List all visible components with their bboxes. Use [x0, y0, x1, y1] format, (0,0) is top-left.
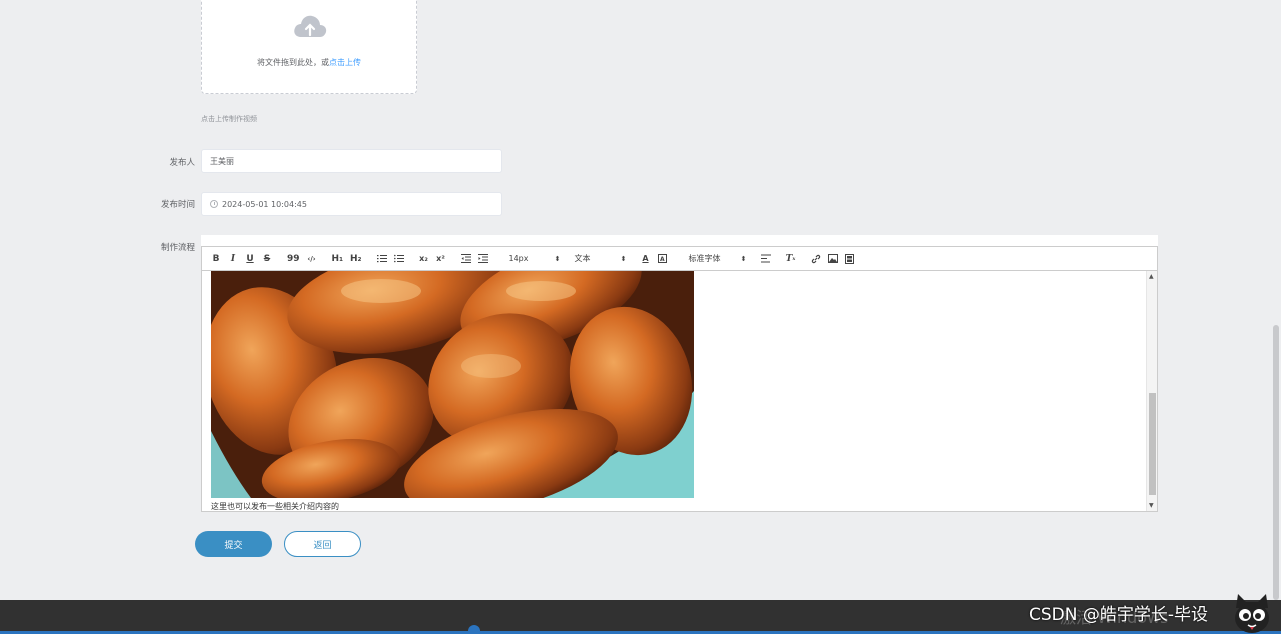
clock-icon [210, 200, 218, 208]
font-size-value: 14px [508, 254, 529, 263]
publish-time-label: 发布时间 [160, 200, 195, 210]
publisher-input[interactable]: 王美丽 [201, 149, 502, 173]
quote-button[interactable]: 99 [287, 252, 300, 266]
scroll-up-icon[interactable]: ▲ [1149, 273, 1154, 280]
italic-button[interactable]: I [228, 252, 238, 266]
publish-time-input[interactable]: 2024-05-01 10:04:45 [201, 192, 502, 216]
font-family-select[interactable]: 标准字体 ⬍ [689, 253, 747, 264]
code-button[interactable]: ‹/› [307, 252, 317, 266]
publisher-label: 发布人 [169, 158, 195, 168]
bold-button[interactable]: B [211, 252, 221, 266]
publish-time-value: 2024-05-01 10:04:45 [222, 199, 307, 209]
scroll-down-icon[interactable]: ▼ [1149, 502, 1154, 509]
cat-mascot-icon [1235, 594, 1269, 633]
text-color-icon[interactable]: A [641, 252, 651, 266]
font-family-value: 标准字体 [688, 254, 721, 263]
block-format-value: 文本 [574, 254, 591, 263]
submit-button[interactable]: 提交 [195, 531, 272, 557]
editor-content[interactable]: 这里也可以发布一些相关介绍内容的 ▲ ▼ [201, 271, 1158, 512]
background-color-icon[interactable]: A [658, 252, 668, 266]
block-format-select[interactable]: 文本 ⬍ [575, 253, 627, 264]
indent-icon[interactable] [477, 252, 488, 266]
upload-sub-hint: 点击上传制作视频 [201, 115, 257, 123]
ordered-list-icon[interactable] [376, 252, 387, 266]
h2-button[interactable]: H₂ [350, 252, 361, 266]
upload-dropzone[interactable]: 将文件拖到此处，或点击上传 [201, 0, 417, 94]
svg-text:A: A [660, 256, 665, 263]
back-button[interactable]: 返回 [284, 531, 361, 557]
process-label: 制作流程 [160, 243, 195, 253]
publisher-value: 王美丽 [210, 156, 234, 166]
image-icon[interactable] [827, 252, 838, 266]
select-arrow-icon: ⬍ [740, 254, 747, 263]
bullet-list-icon[interactable] [393, 252, 404, 266]
editor-text: 这里也可以发布一些相关介绍内容的 [211, 502, 339, 511]
editor-scroll-thumb[interactable] [1149, 393, 1156, 495]
video-icon[interactable] [845, 252, 855, 266]
editor-toolbar: B I U S 99 ‹/› H₁ H₂ x₂ x² 14px ⬍ 文本 ⬍ A A… [201, 246, 1158, 271]
subscript-button[interactable]: x₂ [419, 252, 429, 266]
upload-hint: 将文件拖到此处，或 [257, 58, 329, 67]
font-size-select[interactable]: 14px ⬍ [509, 254, 561, 263]
chicken-wings-image [211, 271, 694, 498]
superscript-button[interactable]: x² [436, 252, 446, 266]
page-scroll-thumb[interactable] [1273, 325, 1279, 600]
editor-top-area [201, 235, 1158, 246]
cloud-upload-icon [294, 15, 327, 37]
select-arrow-icon: ⬍ [554, 254, 561, 263]
page-scrollbar[interactable] [1271, 0, 1281, 600]
align-icon[interactable] [760, 252, 771, 266]
upload-link[interactable]: 点击上传 [329, 58, 361, 67]
select-arrow-icon: ⬍ [620, 254, 627, 263]
strike-button[interactable]: S [262, 252, 272, 266]
h1-button[interactable]: H₁ [332, 252, 343, 266]
underline-button[interactable]: U [245, 252, 255, 266]
clear-format-icon[interactable]: Tx [786, 252, 796, 266]
editor-scrollbar[interactable]: ▲ ▼ [1146, 271, 1157, 511]
link-icon[interactable] [811, 252, 821, 266]
csdn-watermark: CSDN @皓宇学长-毕设 [1029, 605, 1209, 625]
outdent-icon[interactable] [460, 252, 471, 266]
progress-knob[interactable] [468, 625, 480, 634]
upload-hint-text: 将文件拖到此处，或点击上传 [202, 57, 416, 68]
